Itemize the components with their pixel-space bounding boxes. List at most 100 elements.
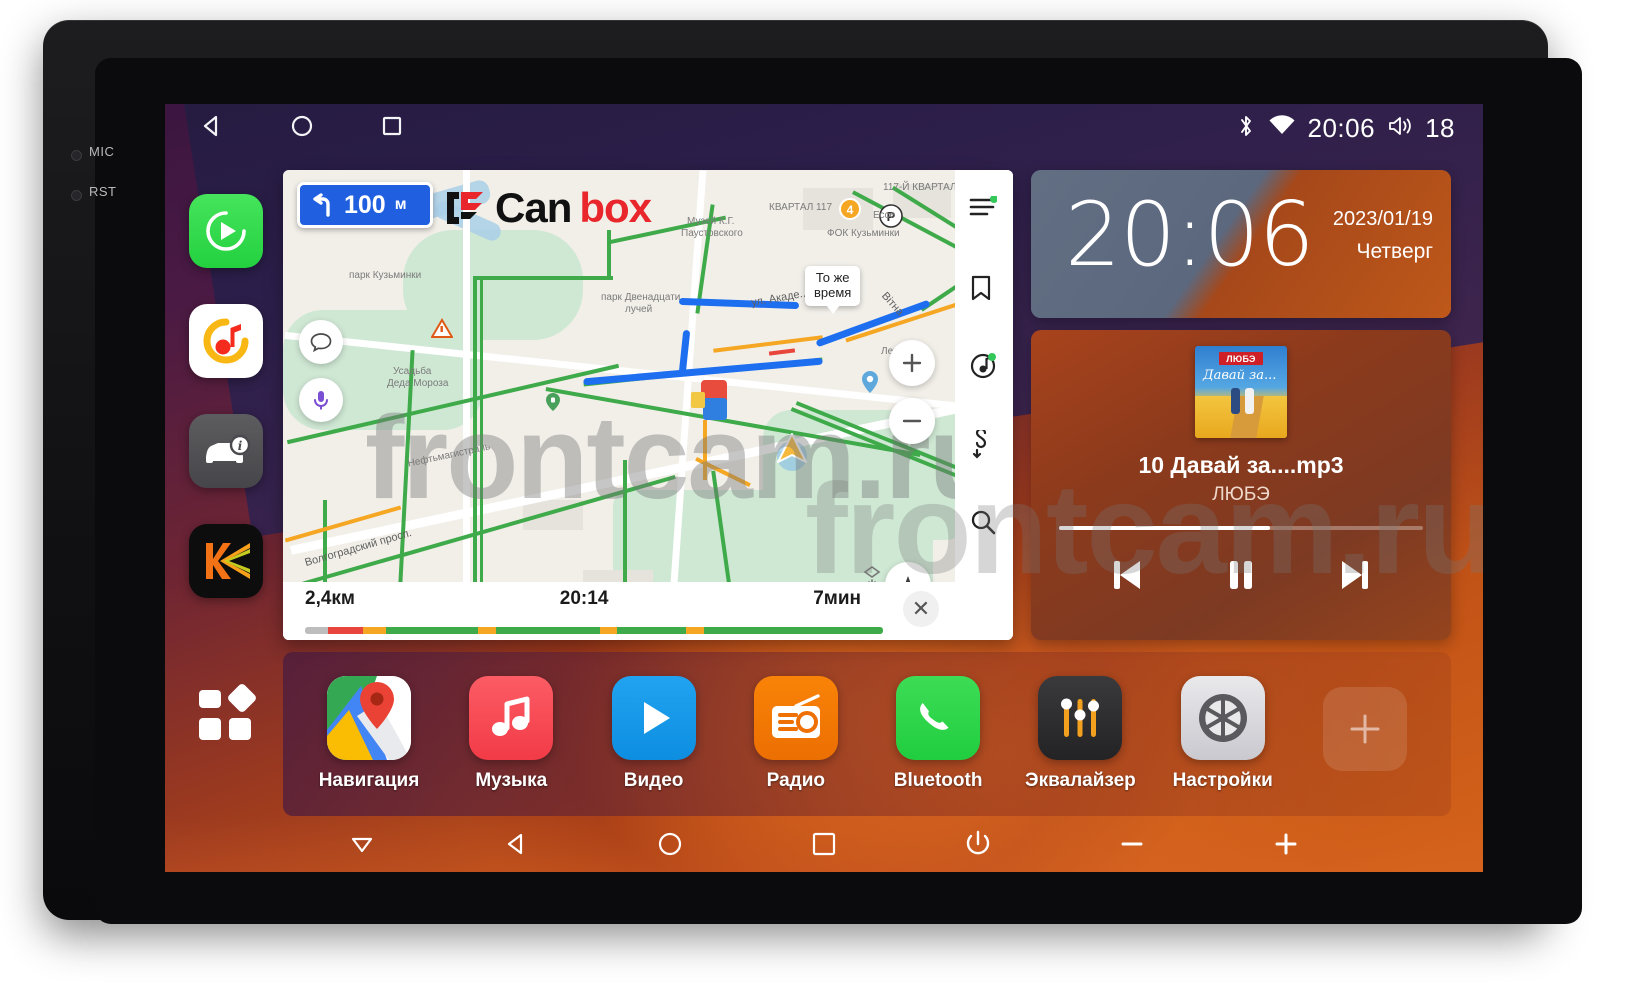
yandex-music-icon[interactable] [189,304,263,378]
head-unit-screen: 20:06 18 i P 4 парк Кузьминки Усадьба Де… [165,104,1483,872]
skip-next-icon[interactable] [1327,548,1381,602]
music-note-icon [469,676,554,760]
home-circle-icon[interactable] [289,113,315,144]
zoom-in-button[interactable] [889,340,935,386]
clock-weekday: Четверг [1356,240,1433,263]
volume-level: 18 [1425,112,1455,143]
route-info-bar: 2,4км 20:14 7мин ✕ [283,582,955,640]
camera-warning-icon [431,318,453,338]
map-tooltip-line2: время [814,284,852,300]
dock-label: Музыка [475,770,548,791]
media-title: 10 Давай за....mp3 [1138,452,1344,478]
mic-hole [71,150,82,161]
canbox-logo: Can box [443,184,652,232]
zoom-out-button[interactable] [889,398,935,444]
dock-label: Bluetooth [893,770,983,791]
radio-icon [753,676,838,760]
mic-label: MIC [89,144,115,159]
menu-icon[interactable] [969,195,999,226]
svg-text:i: i [238,439,243,453]
turn-distance: 100 [344,190,386,219]
canbox-text-black: Can [495,184,572,231]
album-badge: ЛЮБЭ [1219,352,1263,365]
green-pin-icon [546,393,560,411]
rst-label: RST [89,184,117,199]
dock-label: Навигация [318,770,420,791]
warning-poi-icon: 4 [839,198,861,220]
media-artist: ЛЮБЭ [1212,484,1270,505]
clock-date: 2023/01/19 [1332,208,1433,230]
route-close-button[interactable]: ✕ [903,591,939,627]
dock-item-settings[interactable]: Настройки [1155,676,1291,792]
wifi-icon [1268,114,1296,142]
microphone-icon[interactable] [299,378,343,422]
svg-text:4: 4 [847,203,854,217]
video-play-icon [611,676,696,760]
bookmark-icon[interactable] [969,274,999,304]
reset-hole [71,190,82,201]
search-icon[interactable] [969,508,999,538]
power-icon[interactable] [954,820,1002,868]
music-disc-icon[interactable] [969,352,999,382]
volume-icon[interactable] [1387,113,1413,144]
device-bezel: MIC RST 20:06 18 i P 4 парк Кузьминки Ус… [43,20,1582,924]
canbox-mark-icon [447,192,483,224]
navigation-map-card[interactable]: P 4 парк Кузьминки Усадьба Деда Мороза п… [283,170,1013,640]
turn-instruction-badge: 100 м [297,182,433,228]
k-burst-icon[interactable] [189,524,263,598]
left-app-rail: i [165,152,287,872]
clock-widget[interactable]: 20:06 2023/01/19 Четверг [1031,170,1451,318]
dock-item-video[interactable]: Видео [586,676,722,792]
turn-unit: м [394,196,407,213]
app-dock: Навигация Музыка Видео Радио Bluetooth Э… [283,652,1451,816]
route-duration: 7мин [813,588,861,609]
album-script: Давай за... [1203,368,1277,383]
dock-label: Эквалайзер [1025,770,1136,791]
clock-time: 20:06 [1065,183,1315,286]
app-grid-icon[interactable] [189,678,263,752]
car-info-icon[interactable]: i [189,414,263,488]
turn-left-icon [313,193,330,217]
route-icon[interactable] [969,427,999,460]
screenshot-root: MIC RST 20:06 18 i P 4 парк Кузьминки Ус… [0,0,1637,997]
gear-icon [1180,676,1265,760]
dock-label: Радио [766,770,826,791]
volume-up-icon[interactable] [1262,820,1310,868]
home-icon[interactable] [646,820,694,868]
map-tooltip-line1: То же [815,270,850,285]
media-progress-bar[interactable] [1059,526,1423,530]
volume-down-icon[interactable] [1108,820,1156,868]
back-triangle-icon[interactable] [199,113,225,144]
recents-icon[interactable] [800,820,848,868]
back-icon[interactable] [492,820,540,868]
dock-item-navigation[interactable]: Навигация [301,676,437,792]
album-art: ЛЮБЭ Давай за... [1195,346,1287,438]
add-icon [1322,687,1407,771]
media-player-widget[interactable]: ЛЮБЭ Давай за... 10 Давай за....mp3 ЛЮБЭ [1031,330,1451,640]
dock-item-bluetooth[interactable]: Bluetooth [870,676,1006,792]
status-time: 20:06 [1307,112,1376,143]
shop-pin-icon [862,371,878,393]
maps-icon [327,676,411,760]
map-right-toolbar [955,170,1013,640]
status-bar: 20:06 18 [165,104,1483,152]
canbox-text-red: box [579,184,652,231]
dock-item-music[interactable]: Музыка [443,676,579,792]
phone-icon [896,676,981,760]
skip-previous-icon[interactable] [1101,548,1155,602]
dock-item-radio[interactable]: Радио [728,676,864,792]
current-position-arrow [777,433,807,471]
dock-label: Видео [623,770,684,791]
chat-bubble-icon[interactable] [299,320,343,364]
pause-icon[interactable] [1214,548,1268,602]
recents-square-icon[interactable] [379,113,405,144]
dock-item-equalizer[interactable]: Эквалайзер [1012,676,1148,792]
collapse-icon[interactable] [338,820,386,868]
play-circle-icon[interactable] [189,194,263,268]
bottom-navigation-bar [165,816,1483,872]
route-arrival: 20:14 [559,588,609,609]
dock-item-add[interactable] [1297,687,1433,781]
map-tooltip-bubble: То же время [805,266,861,314]
dock-label: Настройки [1172,770,1273,791]
equalizer-icon [1038,676,1123,760]
